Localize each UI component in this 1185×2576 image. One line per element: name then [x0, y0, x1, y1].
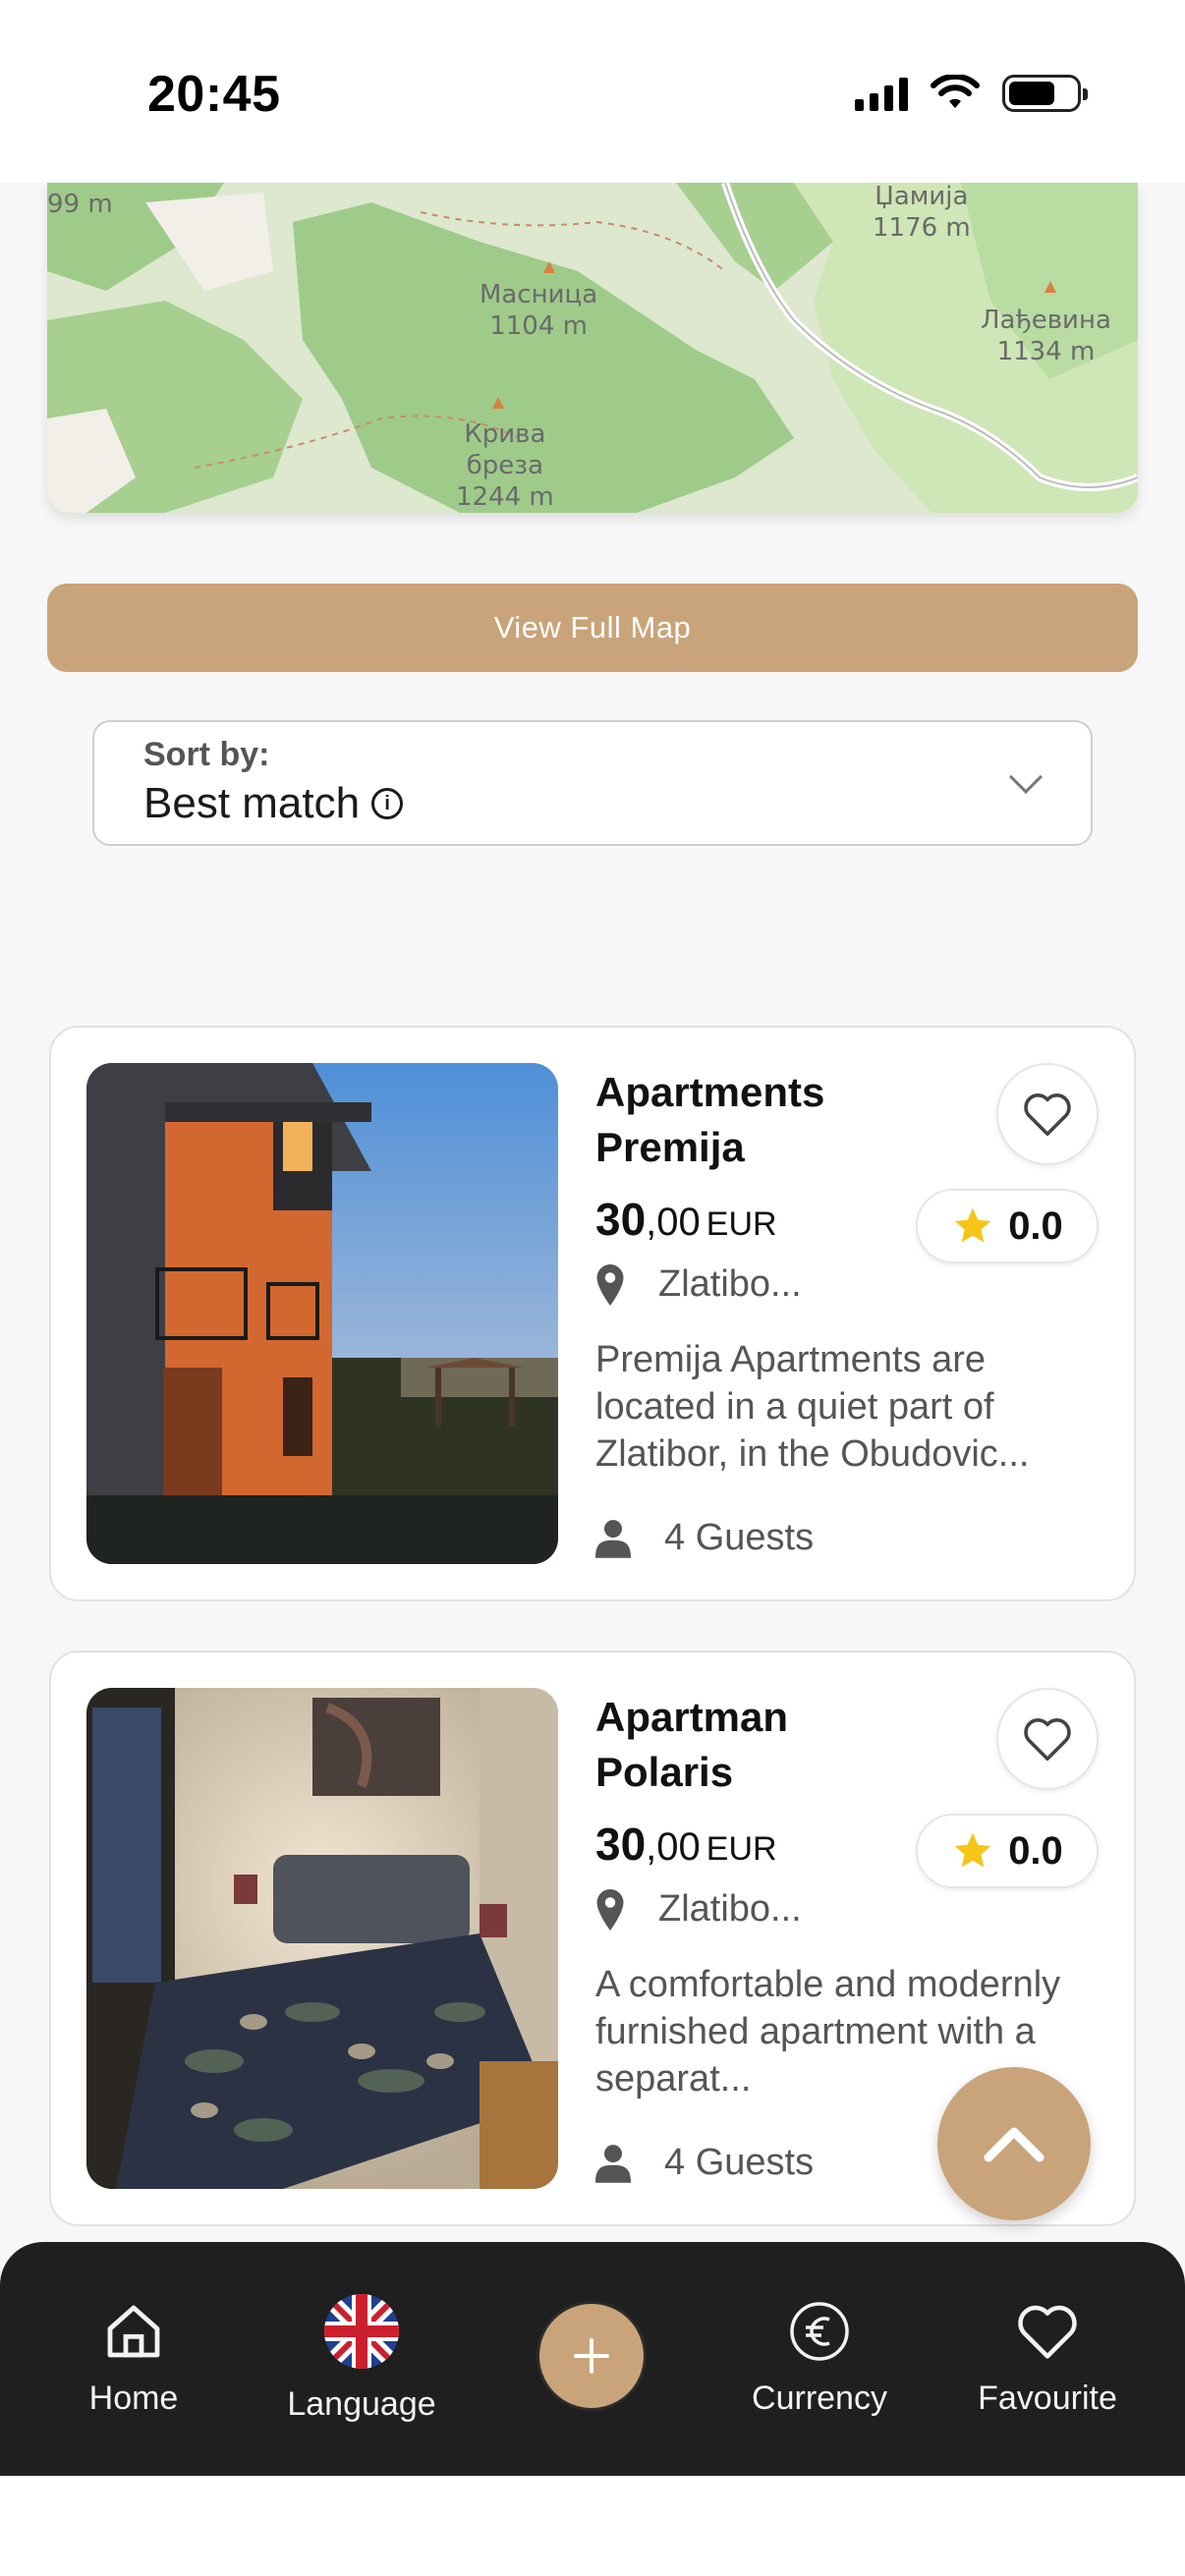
map-terrain — [47, 183, 1138, 513]
nav-home[interactable]: Home — [35, 2297, 232, 2418]
euro-icon — [790, 2302, 849, 2361]
listing-location: Zlatibo... — [595, 1263, 802, 1306]
nav-favourite-label: Favourite — [978, 2380, 1117, 2417]
star-icon — [954, 1207, 991, 1243]
home-icon — [107, 2305, 160, 2358]
listing-photo[interactable] — [86, 1063, 558, 1564]
location-pin-icon — [596, 1888, 624, 1931]
listing-location: Zlatibo... — [595, 1888, 802, 1931]
scroll-to-top-button[interactable] — [937, 2067, 1091, 2220]
heart-icon — [1018, 2305, 1077, 2359]
chevron-down-icon — [1009, 760, 1043, 794]
location-pin-icon — [596, 1263, 624, 1306]
person-icon — [595, 2144, 631, 2183]
listing-card[interactable]: Apartments Premija 30,00 EUR 0.0 Zlatibo.… — [49, 1026, 1136, 1601]
sort-value-text: Best match — [143, 779, 361, 827]
map-label: Лађевина 1134 m — [981, 306, 1111, 366]
home-indicator-area — [0, 2476, 1185, 2576]
rating-badge: 0.0 — [916, 1189, 1099, 1263]
listing-price: 30,00 EUR — [595, 1194, 777, 1245]
heart-icon — [1024, 1093, 1071, 1137]
nav-language[interactable]: Language — [263, 2291, 460, 2424]
status-icons — [855, 75, 1088, 112]
uk-flag-icon — [324, 2294, 399, 2369]
plus-icon — [574, 2338, 609, 2374]
nav-currency[interactable]: Currency — [721, 2297, 918, 2418]
rating-badge: 0.0 — [916, 1814, 1099, 1888]
sort-value: Best match i — [143, 779, 404, 828]
listing-price: 30,00 EUR — [595, 1819, 777, 1870]
heart-icon — [1024, 1718, 1071, 1762]
signal-icon — [855, 76, 908, 111]
listing-description: Premija Apartments are located in a quie… — [595, 1339, 1030, 1475]
battery-icon — [1002, 75, 1088, 112]
listing-title[interactable]: Apartman Polaris — [595, 1690, 910, 1800]
person-icon — [595, 1519, 631, 1558]
status-time: 20:45 — [147, 66, 281, 123]
sort-dropdown[interactable]: Sort by: Best match i — [92, 720, 1093, 846]
favourite-button[interactable] — [996, 1688, 1099, 1790]
nav-favourite[interactable]: Favourite — [949, 2297, 1146, 2418]
sort-label: Sort by: — [143, 736, 270, 773]
listing-photo[interactable] — [86, 1688, 558, 2189]
wifi-icon — [931, 75, 980, 108]
map-label: Џамија 1176 m — [873, 183, 971, 243]
map-label: Масница 1104 m — [480, 280, 598, 341]
listing-title[interactable]: Apartments Premija — [595, 1065, 910, 1175]
rating-value: 0.0 — [1008, 1204, 1063, 1248]
map-preview[interactable]: 99 m Џамија 1176 m Масница 1104 m Лађевина… — [47, 183, 1138, 513]
listing-guests: 4 Guests — [595, 1517, 814, 1559]
bottom-nav: Home Language Currency Favourite — [0, 2242, 1185, 2476]
add-button[interactable] — [536, 2301, 647, 2411]
star-icon — [954, 1832, 991, 1868]
view-full-map-button[interactable]: View Full Map — [47, 584, 1138, 672]
nav-currency-label: Currency — [752, 2380, 887, 2417]
favourite-button[interactable] — [996, 1063, 1099, 1165]
rating-value: 0.0 — [1008, 1828, 1063, 1873]
status-bar: 20:45 — [0, 0, 1185, 183]
chevron-up-icon — [984, 2127, 1044, 2162]
listing-guests: 4 Guests — [595, 2142, 814, 2184]
info-icon[interactable]: i — [371, 788, 404, 819]
map-label: 99 m — [47, 190, 113, 219]
nav-language-label: Language — [287, 2385, 436, 2423]
map-label: Крива бреза 1244 m — [456, 420, 554, 512]
nav-home-label: Home — [88, 2380, 179, 2417]
